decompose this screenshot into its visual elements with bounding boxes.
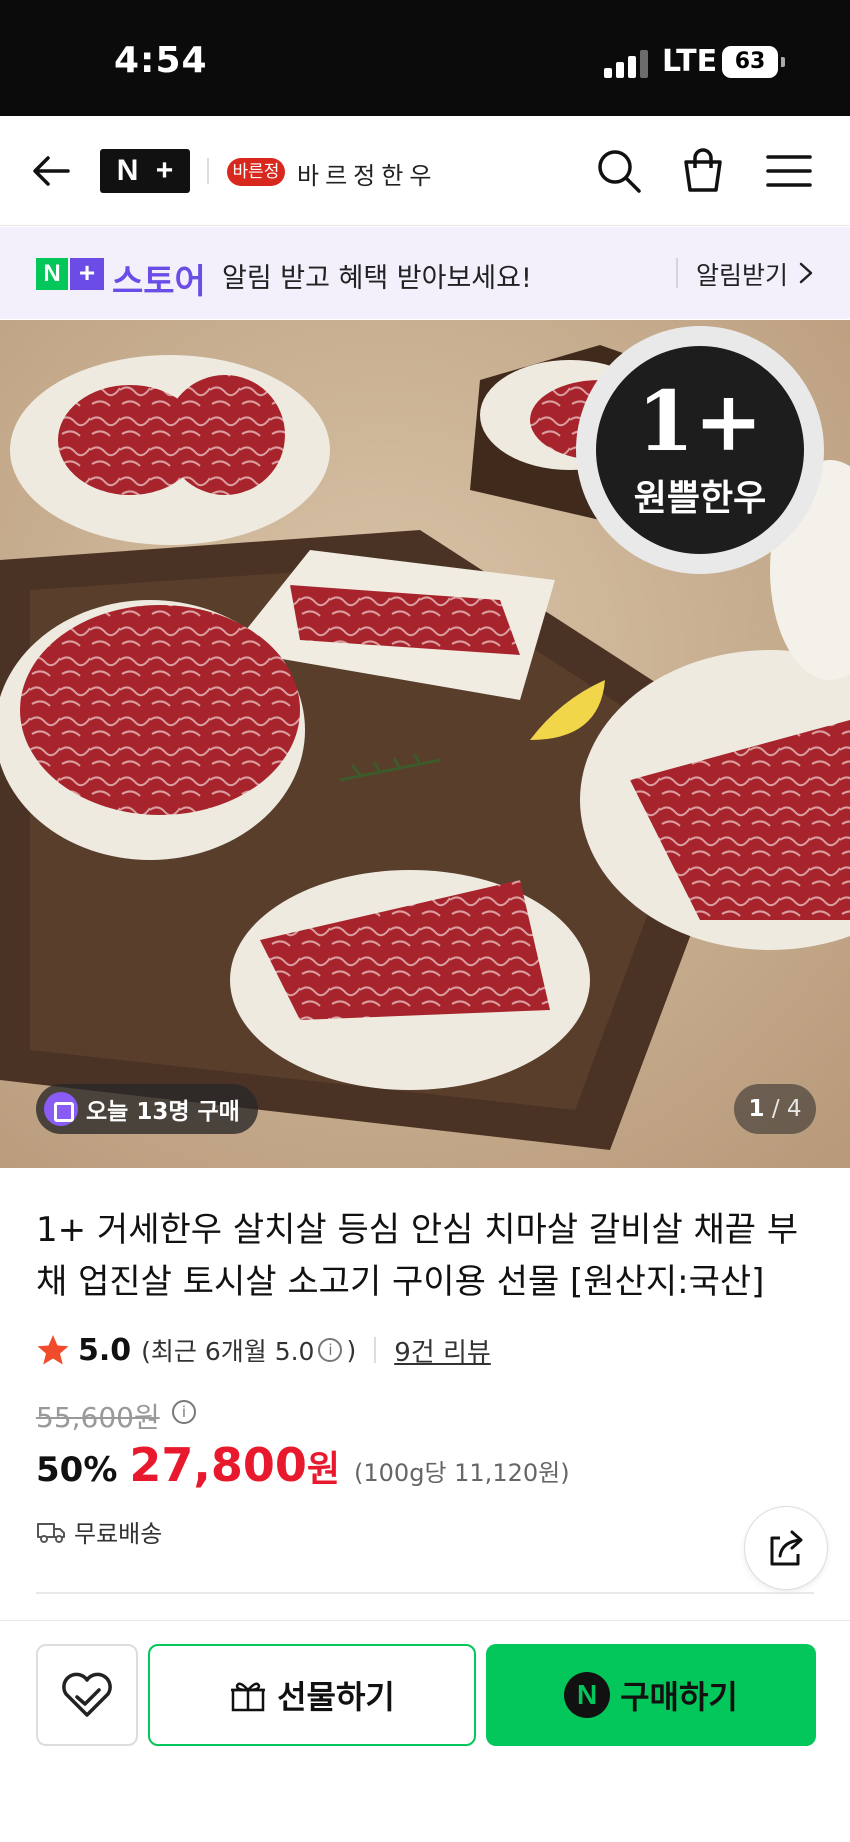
review-count-link[interactable]: 9건 리뷰	[394, 1332, 491, 1369]
shipping-text: 무료배송	[74, 1520, 163, 1548]
section-divider	[36, 1592, 814, 1594]
hamburger-menu-icon[interactable]	[764, 146, 814, 196]
rating-score: 5.0	[78, 1332, 132, 1368]
store-label: 스토어	[112, 262, 206, 302]
shopping-bag-icon	[44, 1092, 78, 1126]
image-page-indicator: 1 / 4	[734, 1084, 816, 1134]
top-header: N + 바른정 바르정한우	[0, 116, 850, 226]
price-info-icon[interactable]: i	[172, 1400, 196, 1424]
page-separator: /	[771, 1096, 780, 1122]
sale-price: 27,800	[129, 1438, 307, 1492]
logo-n: N	[116, 154, 139, 187]
banner-divider	[676, 258, 678, 288]
page-current: 1	[748, 1096, 765, 1122]
store-logo-n: N	[36, 258, 68, 290]
truck-icon	[37, 1522, 65, 1543]
nplus-logo[interactable]: N +	[100, 149, 190, 193]
discount-rate: 50%	[36, 1450, 118, 1490]
gift-label: 선물하기	[277, 1678, 395, 1716]
rating-note: (최근 6개월 5.0 i )	[141, 1332, 356, 1368]
info-icon[interactable]: i	[318, 1338, 343, 1362]
back-arrow-icon[interactable]	[30, 150, 72, 192]
page-total: 4	[786, 1096, 802, 1122]
product-photo: 1+ 원쁠한우	[0, 320, 850, 1168]
buy-label: 구매하기	[620, 1678, 738, 1716]
rating-note-text: (최근 6개월 5.0	[141, 1337, 315, 1366]
chevron-right-icon[interactable]	[796, 261, 816, 285]
original-price: 55,600원	[36, 1401, 160, 1434]
brand-name[interactable]: 바르정한우	[297, 156, 437, 191]
today-buyers-badge: 오늘 13명 구매	[36, 1084, 258, 1134]
notification-subscribe-link[interactable]: 알림받기	[696, 256, 788, 292]
rating-row: 5.0 (최근 6개월 5.0 i ) 9건 리뷰	[36, 1330, 491, 1370]
naver-pay-icon: N	[564, 1672, 611, 1718]
hero-badge-top: 1+	[637, 374, 763, 470]
status-time: 4:54	[114, 40, 208, 81]
signal-icon	[604, 50, 648, 78]
share-button[interactable]	[744, 1506, 828, 1590]
rating-note-close: )	[346, 1335, 357, 1365]
store-message: 알림 받고 혜택 받아보세요!	[222, 263, 532, 294]
search-icon[interactable]	[594, 146, 644, 196]
unit-price: (100g당 11,120원)	[354, 1459, 570, 1487]
store-logo-plus: +	[70, 258, 104, 290]
header-divider	[207, 158, 209, 184]
gift-button[interactable]: 선물하기	[148, 1644, 476, 1746]
wishlist-button[interactable]	[36, 1644, 138, 1746]
today-buyers-text: 오늘 13명 구매	[86, 1099, 240, 1125]
battery-icon: 63	[722, 46, 785, 78]
product-image-carousel[interactable]: 1+ 원쁠한우	[0, 320, 850, 1168]
hero-badge-bottom: 원쁠한우	[634, 478, 766, 519]
rating-divider	[374, 1337, 377, 1363]
brand-badge: 바른정	[227, 158, 285, 186]
buy-button[interactable]: N 구매하기	[486, 1644, 816, 1746]
logo-plus: +	[155, 154, 174, 187]
price-currency: 원	[306, 1449, 341, 1490]
share-icon	[770, 1530, 803, 1566]
shipping-info: 무료배송	[36, 1514, 162, 1549]
network-label: LTE	[662, 44, 718, 79]
heart-icon	[62, 1672, 112, 1717]
gift-icon	[231, 1682, 266, 1712]
price-row: 50% 27,800 원 (100g당 11,120원)	[36, 1438, 570, 1492]
status-bar: 4:54 LTE 63	[0, 0, 850, 116]
shopping-bag-icon[interactable]	[678, 146, 728, 196]
star-icon	[37, 1335, 69, 1365]
product-title: 1+ 거세한우 살치살 등심 안심 치마살 갈비살 채끝 부채 업진살 토시살 …	[36, 1210, 799, 1302]
